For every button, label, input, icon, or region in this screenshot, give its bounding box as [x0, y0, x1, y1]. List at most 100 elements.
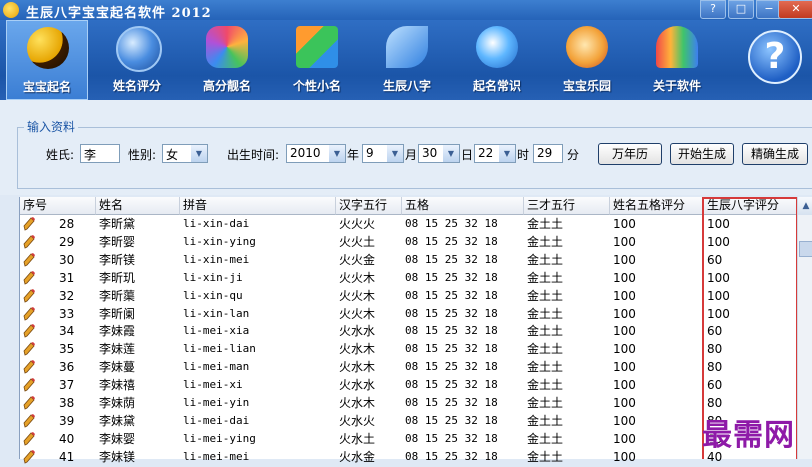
month-unit: 月	[405, 148, 418, 162]
chevron-down-icon[interactable]: ▼	[387, 145, 403, 162]
hour-select[interactable]: 22 ▼	[474, 144, 516, 163]
table-cell: 100	[613, 324, 636, 339]
minute-input[interactable]: 29	[533, 144, 563, 163]
year-select[interactable]: 2010 ▼	[286, 144, 346, 163]
table-cell: 金土土	[527, 342, 564, 357]
table-cell: 08 15 25 32 18	[405, 306, 498, 320]
info-bubble-icon	[476, 26, 518, 68]
chevron-down-icon[interactable]: ▼	[443, 145, 459, 162]
table-row[interactable]: 35 李妹莲 li-mei-lian 火水木 08 15 25 32 18 金土土 100 8…	[20, 340, 798, 358]
gender-select[interactable]: 女 ▼	[162, 144, 208, 163]
table-cell: li-xin-lan	[183, 306, 250, 320]
table-cell: 100	[613, 431, 636, 446]
pencil-icon	[23, 306, 35, 321]
column-header[interactable]: 五格	[402, 197, 524, 215]
scroll-thumb[interactable]	[799, 241, 812, 257]
tool-label: 起名常识	[472, 79, 521, 93]
pencil-icon	[23, 377, 35, 392]
month-select[interactable]: 9 ▼	[362, 144, 404, 163]
start-generate-button[interactable]: 开始生成	[670, 143, 734, 165]
table-cell: li-mei-man	[183, 360, 250, 374]
table-cell: 金土土	[527, 288, 564, 303]
column-header[interactable]: 生辰八字评分	[704, 197, 798, 215]
table-cell: 金土土	[527, 431, 564, 446]
table-row[interactable]: 41 李妹镁 li-mei-mei 火水金 08 15 25 32 18 金土土 100 40	[20, 448, 798, 466]
table-row[interactable]: 29 李昕婴 li-xin-ying 火火土 08 15 25 32 18 金土土 100 1…	[20, 233, 798, 251]
group-title: 输入资料	[24, 118, 79, 135]
table-cell: 08 15 25 32 18	[405, 449, 498, 463]
table-cell: 08 15 25 32 18	[405, 324, 498, 338]
precise-generate-button[interactable]: 精确生成	[742, 143, 808, 165]
table-cell: 李妹镁	[99, 449, 136, 464]
table-cell: li-mei-ying	[183, 431, 256, 445]
chevron-down-icon[interactable]: ▼	[329, 145, 345, 162]
puzzle-blocks-icon	[296, 26, 338, 68]
minute-unit: 分	[567, 148, 580, 162]
tool-label: 宝宝起名	[22, 80, 71, 94]
table-cell: 30	[59, 252, 75, 267]
table-cell: 火水火	[339, 413, 376, 428]
day-value: 30	[422, 146, 438, 160]
chevron-down-icon[interactable]: ▼	[191, 145, 207, 162]
table-row[interactable]: 38 李妹荫 li-mei-yin 火水木 08 15 25 32 18 金土土 100 80	[20, 394, 798, 412]
calendar-button[interactable]: 万年历	[598, 143, 662, 165]
tool-about[interactable]: 关于软件	[636, 20, 718, 100]
close-window-button[interactable]: ✕	[778, 0, 812, 19]
tool-birth-chart[interactable]: 生辰八字	[366, 20, 448, 100]
title-bar: 生辰八字宝宝起名软件 2012 ? □ − ✕	[0, 0, 812, 21]
table-cell: li-mei-yin	[183, 396, 250, 409]
tool-high-score-names[interactable]: 高分靓名	[186, 20, 268, 100]
tool-name-score[interactable]: 姓名评分	[96, 20, 178, 100]
gender-label: 性别:	[128, 148, 157, 162]
tool-baby-naming[interactable]: 宝宝起名	[6, 20, 88, 100]
column-header[interactable]: 三才五行	[524, 197, 610, 215]
table-cell: 100	[613, 396, 636, 410]
tool-help[interactable]: ?	[728, 20, 812, 100]
table-row[interactable]: 36 李妹蔓 li-mei-man 火水木 08 15 25 32 18 金土土 100 80	[20, 358, 798, 376]
table-cell: 金土土	[527, 360, 564, 375]
table-cell: 100	[613, 360, 636, 375]
table-row[interactable]: 34 李妹霞 li-mei-xia 火水水 08 15 25 32 18 金土土 100 60	[20, 322, 798, 340]
table-row[interactable]: 40 李妹婴 li-mei-ying 火水土 08 15 25 32 18 金土土 100 8…	[20, 430, 798, 448]
help-question-icon: ?	[748, 30, 802, 84]
table-cell: 08 15 25 32 18	[405, 431, 498, 445]
help-window-button[interactable]: ?	[700, 0, 726, 19]
tool-nickname[interactable]: 个性小名	[276, 20, 358, 100]
scroll-up-icon[interactable]: ▲	[798, 197, 812, 215]
table-cell: 100	[613, 234, 636, 249]
restore-window-button[interactable]: □	[728, 0, 754, 19]
table-row[interactable]: 32 李昕蕖 li-xin-qu 火火木 08 15 25 32 18 金土土 100 100	[20, 287, 798, 305]
table-row[interactable]: 28 李昕黛 li-xin-dai 火火火 08 15 25 32 18 金土土 100 10…	[20, 215, 798, 233]
column-header[interactable]: 汉字五行	[336, 197, 402, 215]
table-cell: 金土土	[527, 306, 564, 321]
vertical-scrollbar[interactable]: ▲	[797, 197, 812, 459]
table-row[interactable]: 31 李昕玑 li-xin-ji 火火木 08 15 25 32 18 金土土 100 100	[20, 269, 798, 287]
surname-input[interactable]: 李	[80, 144, 120, 163]
table-cell: li-mei-xia	[183, 324, 250, 338]
table-cell: li-xin-ji	[183, 270, 243, 284]
tool-baby-paradise[interactable]: 宝宝乐园	[546, 20, 628, 100]
pencil-icon	[23, 323, 35, 338]
table-cell: 100	[707, 217, 730, 231]
table-cell: 38	[59, 396, 75, 410]
table-row[interactable]: 33 李昕阑 li-xin-lan 火火木 08 15 25 32 18 金土土 100 10…	[20, 305, 798, 323]
chevron-down-icon[interactable]: ▼	[499, 145, 515, 162]
table-cell: 08 15 25 32 18	[405, 378, 498, 392]
column-header[interactable]: 序号	[20, 197, 96, 215]
table-row[interactable]: 30 李昕镁 li-xin-mei 火火金 08 15 25 32 18 金土土 100 60	[20, 251, 798, 269]
tool-naming-knowledge[interactable]: 起名常识	[456, 20, 538, 100]
table-row[interactable]: 39 李妹黛 li-mei-dai 火水火 08 15 25 32 18 金土土 100 80	[20, 412, 798, 430]
column-header[interactable]: 拼音	[180, 197, 336, 215]
table-cell: 29	[59, 234, 75, 249]
table-cell: 火水木	[339, 396, 376, 410]
table-cell: 08 15 25 32 18	[405, 252, 498, 266]
column-header[interactable]: 姓名	[96, 197, 180, 215]
pencil-icon	[23, 359, 35, 374]
table-cell: 08 15 25 32 18	[405, 413, 498, 427]
hour-unit: 时	[517, 148, 530, 162]
column-header[interactable]: 姓名五格评分	[610, 197, 704, 215]
blue-leaves-icon	[386, 26, 428, 68]
day-select[interactable]: 30 ▼	[418, 144, 460, 163]
table-cell: 金土土	[527, 270, 564, 285]
table-row[interactable]: 37 李妹禧 li-mei-xi 火水水 08 15 25 32 18 金土土 100 60	[20, 376, 798, 394]
